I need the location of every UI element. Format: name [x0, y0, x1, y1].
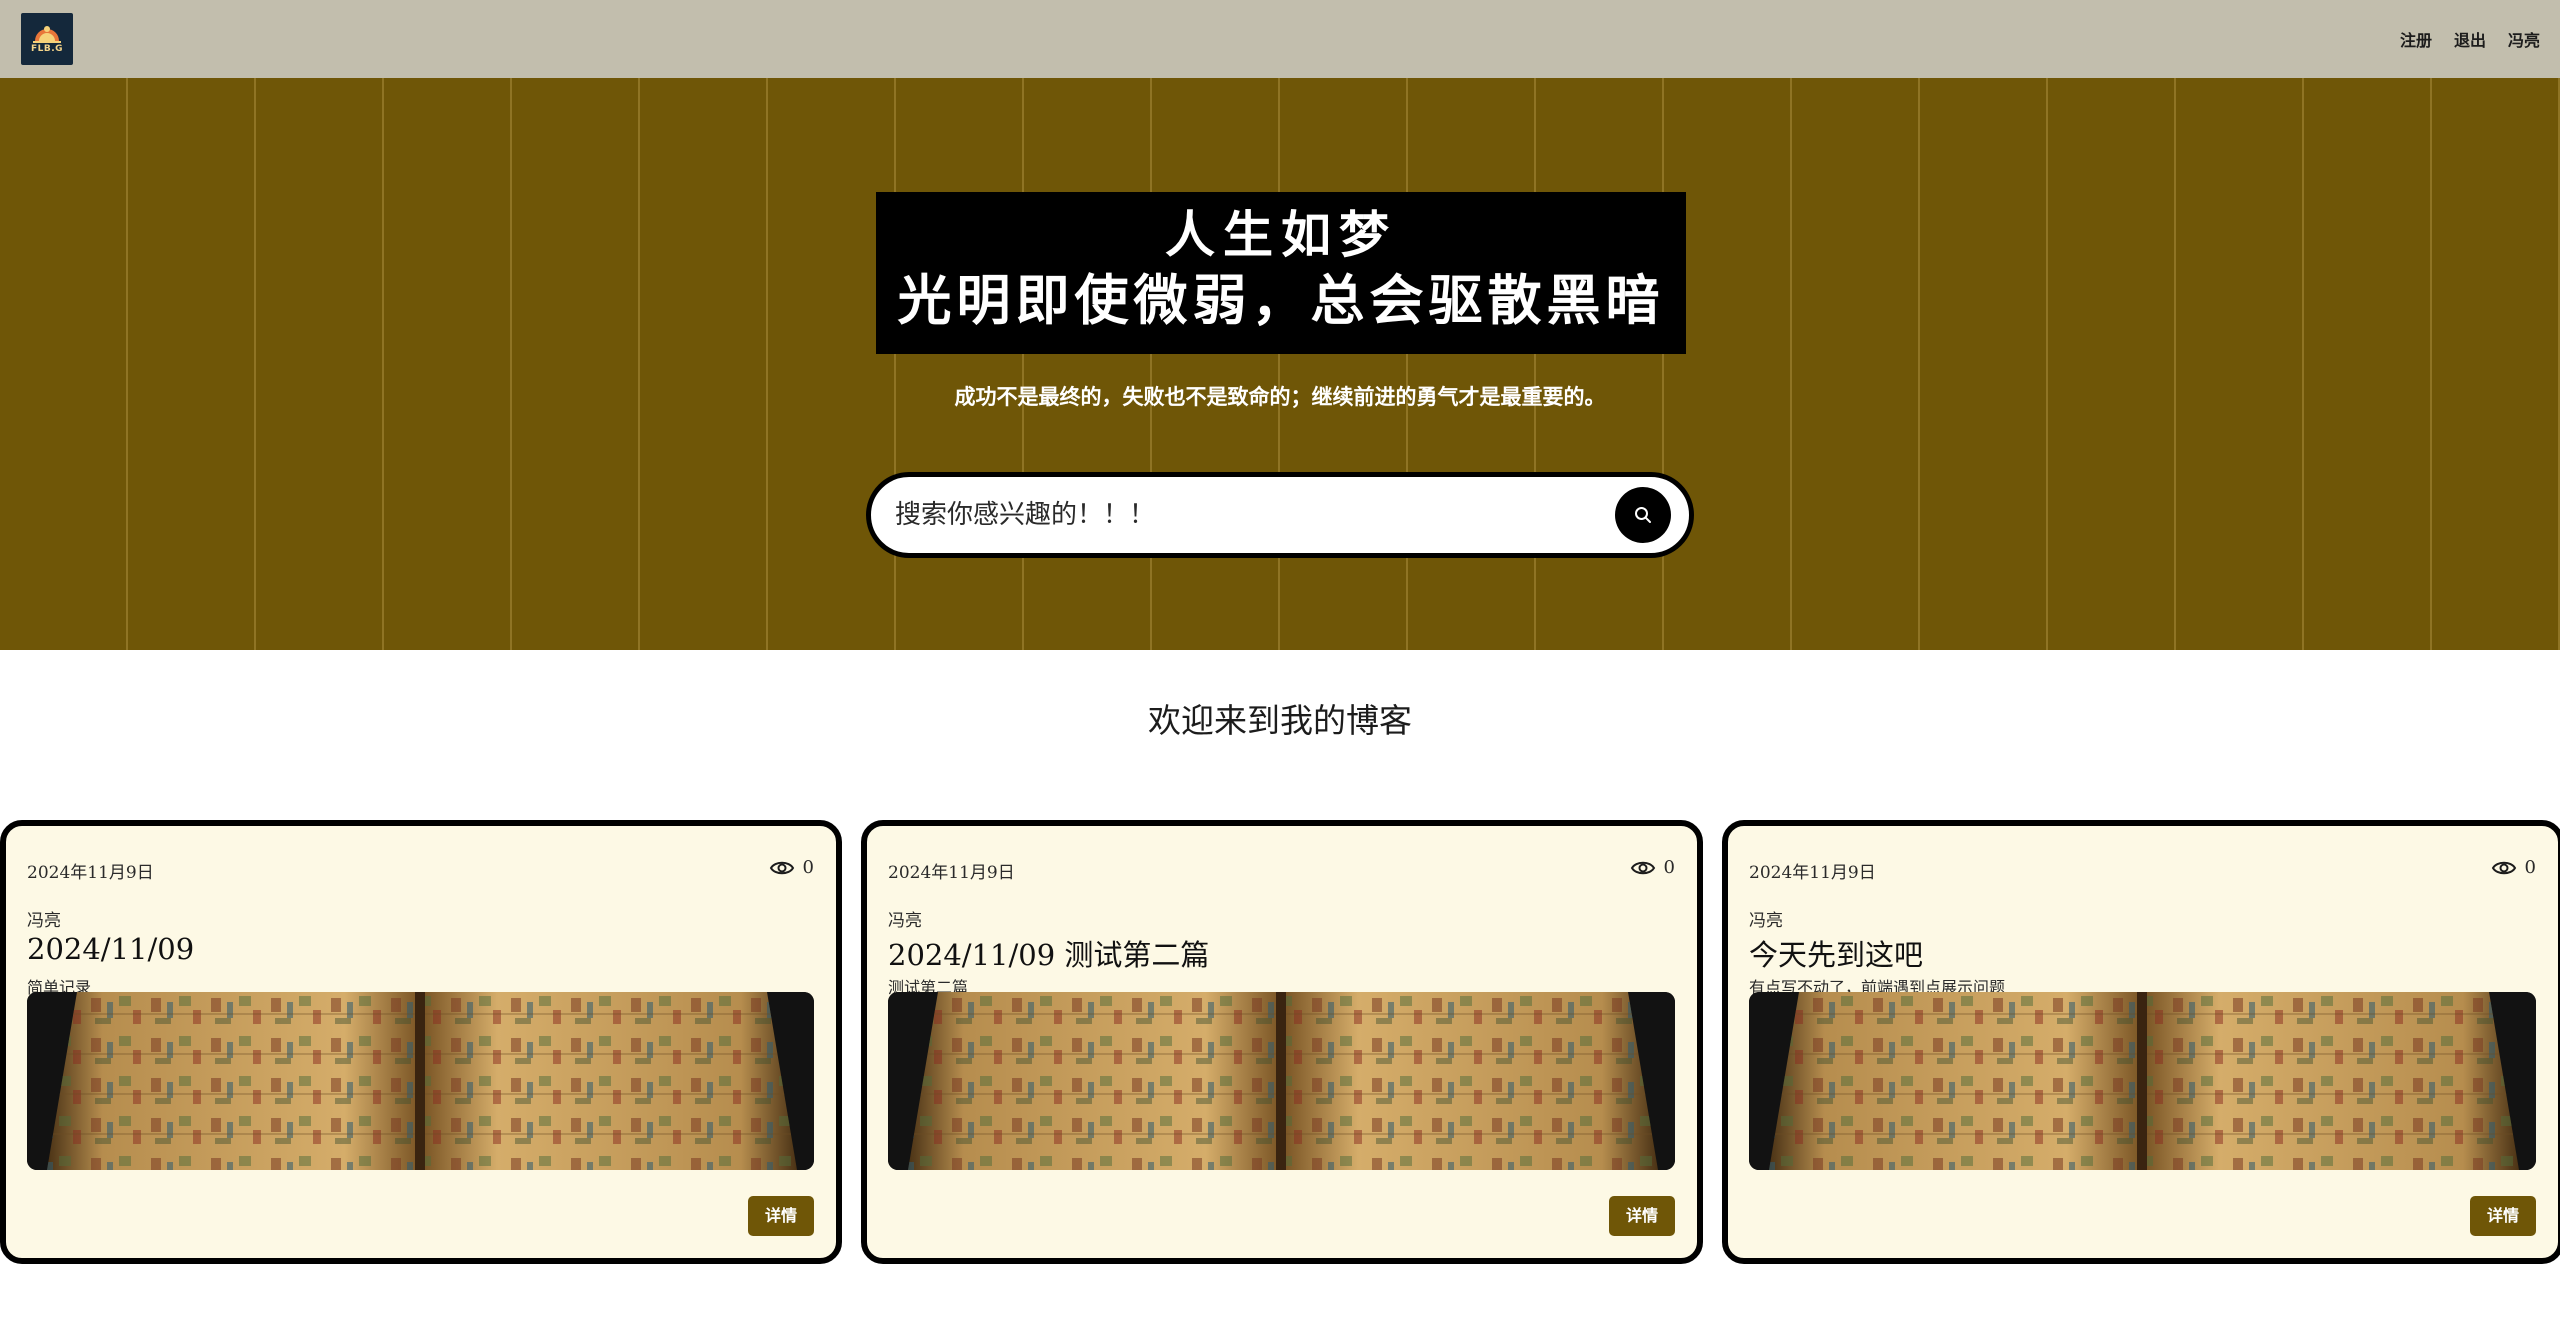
search-icon: [1635, 507, 1651, 523]
post-views: 0: [1630, 857, 1675, 878]
post-author: 冯亮: [27, 911, 61, 931]
post-card[interactable]: 2024年11月9日 0 冯亮 今天先到这吧 有点写不动了，前端遇到点展示问题 …: [1722, 820, 2560, 1264]
eye-icon: [769, 861, 794, 874]
search-bar: [866, 472, 1694, 558]
view-count: 0: [1663, 857, 1675, 878]
post-date: 2024年11月9日: [27, 863, 154, 883]
logout-link[interactable]: 退出: [2454, 27, 2486, 51]
search-input[interactable]: [895, 477, 1575, 553]
post-date: 2024年11月9日: [888, 863, 1015, 883]
detail-button[interactable]: 详情: [1609, 1196, 1675, 1236]
register-link[interactable]: 注册: [2400, 27, 2432, 51]
post-cover-image: [1749, 992, 2536, 1170]
post-views: 0: [2491, 857, 2536, 878]
view-count: 0: [2524, 857, 2536, 878]
post-date: 2024年11月9日: [1749, 863, 1876, 883]
post-author: 冯亮: [888, 911, 922, 931]
post-title[interactable]: 今天先到这吧: [1749, 932, 1923, 974]
post-title[interactable]: 2024/11/09 测试第二篇: [888, 932, 1209, 974]
top-navbar: FLB.G 注册 退出 冯亮: [0, 0, 2560, 78]
logo-emblem-icon: [33, 26, 61, 43]
motto-box: 人生如梦 光明即使微弱，总会驱散黑暗: [876, 192, 1686, 354]
post-title[interactable]: 2024/11/09: [27, 932, 194, 966]
post-author: 冯亮: [1749, 911, 1783, 931]
motto-line-1: 人生如梦: [1165, 205, 1397, 264]
eye-icon: [2491, 861, 2516, 874]
hero-subtitle: 成功不是最终的，失败也不是致命的；继续前进的勇气才是最重要的。: [954, 384, 1606, 409]
site-logo[interactable]: FLB.G: [21, 13, 73, 65]
eye-icon: [1630, 861, 1655, 874]
search-button[interactable]: [1615, 487, 1671, 543]
post-card[interactable]: 2024年11月9日 0 冯亮 2024/11/09 测试第二篇 测试第二篇 详…: [861, 820, 1703, 1264]
logo-text: FLB.G: [30, 44, 64, 54]
hero-banner: 人生如梦 光明即使微弱，总会驱散黑暗 成功不是最终的，失败也不是致命的；继续前进…: [0, 78, 2560, 650]
post-views: 0: [769, 857, 814, 878]
detail-button[interactable]: 详情: [2470, 1196, 2536, 1236]
post-cover-image: [27, 992, 814, 1170]
view-count: 0: [802, 857, 814, 878]
post-card[interactable]: 2024年11月9日 0 冯亮 2024/11/09 简单记录 详情: [0, 820, 842, 1264]
nav-links: 注册 退出 冯亮: [2400, 27, 2540, 51]
welcome-heading: 欢迎来到我的博客: [1148, 701, 1412, 740]
motto-line-2: 光明即使微弱，总会驱散黑暗: [897, 268, 1665, 332]
user-name-link[interactable]: 冯亮: [2508, 27, 2540, 51]
post-cover-image: [888, 992, 1675, 1170]
detail-button[interactable]: 详情: [748, 1196, 814, 1236]
